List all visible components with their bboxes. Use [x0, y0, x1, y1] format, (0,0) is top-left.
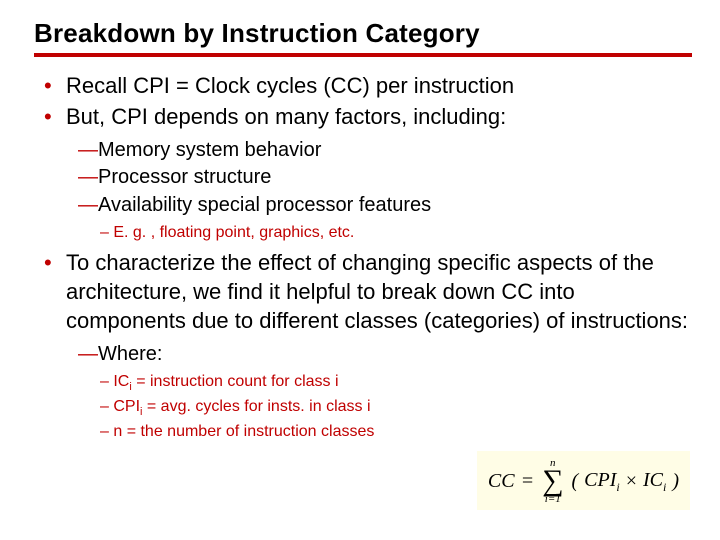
sub-where: —Where: – ICi = instruction count for cl…	[78, 341, 692, 443]
def-cpi-post: = avg. cycles for insts. in class i	[142, 398, 370, 415]
sub-memory: —Memory system behavior	[78, 137, 692, 163]
def-cpi: – CPIi = avg. cycles for insts. in class…	[100, 396, 692, 420]
em-dash-icon: —	[78, 343, 98, 365]
formula-box: CC = n ∑ i=1 ( CPIi × ICi )	[477, 451, 690, 511]
bullet-2: But, CPI depends on many factors, includ…	[44, 102, 692, 244]
bullet-3-sublist: —Where: – ICi = instruction count for cl…	[66, 341, 692, 443]
sigma-symbol: ∑	[542, 470, 563, 493]
sub-processor: —Processor structure	[78, 164, 692, 190]
def-ic-post: = instruction count for class i	[132, 373, 339, 390]
def-ic: – ICi = instruction count for class i	[100, 371, 692, 395]
bullet-1: Recall CPI = Clock cycles (CC) per instr…	[44, 71, 692, 100]
formula-ic-sub: i	[663, 480, 666, 494]
defs-list: – ICi = instruction count for class i – …	[78, 371, 692, 442]
formula-ic: ICi	[643, 470, 666, 493]
formula-close-paren: )	[672, 471, 679, 491]
em-dash-icon: —	[78, 194, 98, 216]
def-n: – n = the number of instruction classes	[100, 421, 692, 443]
sigma-icon: n ∑ i=1	[542, 458, 563, 506]
sigma-lower: i=1	[545, 494, 561, 505]
formula-ic-text: IC	[643, 469, 663, 491]
sub-features-eg: – E. g. , floating point, graphics, etc.	[100, 222, 692, 244]
formula: CC = n ∑ i=1 ( CPIi × ICi )	[488, 458, 679, 506]
formula-eq: =	[521, 471, 535, 491]
formula-cpi: CPIi	[584, 470, 620, 493]
em-dash-icon: —	[78, 166, 98, 188]
formula-lhs: CC	[488, 471, 515, 491]
formula-cpi-text: CPI	[584, 469, 616, 491]
def-ic-pre: IC	[113, 373, 129, 390]
en-dash-icon: –	[100, 224, 113, 241]
bullet-2-sublist: —Memory system behavior —Processor struc…	[66, 137, 692, 244]
bullet-3-text: To characterize the effect of changing s…	[66, 250, 688, 333]
en-dash-icon: –	[100, 373, 113, 390]
bullet-3: To characterize the effect of changing s…	[44, 248, 692, 443]
sub-features-text: Availability special processor features	[98, 194, 431, 216]
sub-features-eg-text: E. g. , floating point, graphics, etc.	[113, 224, 354, 241]
en-dash-icon: –	[100, 423, 113, 440]
sub-where-text: Where:	[98, 343, 162, 365]
en-dash-icon: –	[100, 398, 113, 415]
formula-open-paren: (	[571, 471, 578, 491]
bullet-list: Recall CPI = Clock cycles (CC) per instr…	[34, 71, 692, 443]
slide-title: Breakdown by Instruction Category	[34, 18, 692, 57]
def-cpi-pre: CPI	[113, 398, 140, 415]
slide: Breakdown by Instruction Category Recall…	[0, 0, 720, 540]
formula-times: ×	[626, 471, 637, 491]
def-n-text: n = the number of instruction classes	[113, 423, 374, 440]
em-dash-icon: —	[78, 139, 98, 161]
sub-processor-text: Processor structure	[98, 166, 271, 188]
sub-memory-text: Memory system behavior	[98, 139, 321, 161]
bullet-2-text: But, CPI depends on many factors, includ…	[66, 104, 506, 129]
bullet-2-subsub: – E. g. , floating point, graphics, etc.	[78, 222, 692, 244]
formula-cpi-sub: i	[616, 480, 619, 494]
sub-features: —Availability special processor features…	[78, 192, 692, 244]
